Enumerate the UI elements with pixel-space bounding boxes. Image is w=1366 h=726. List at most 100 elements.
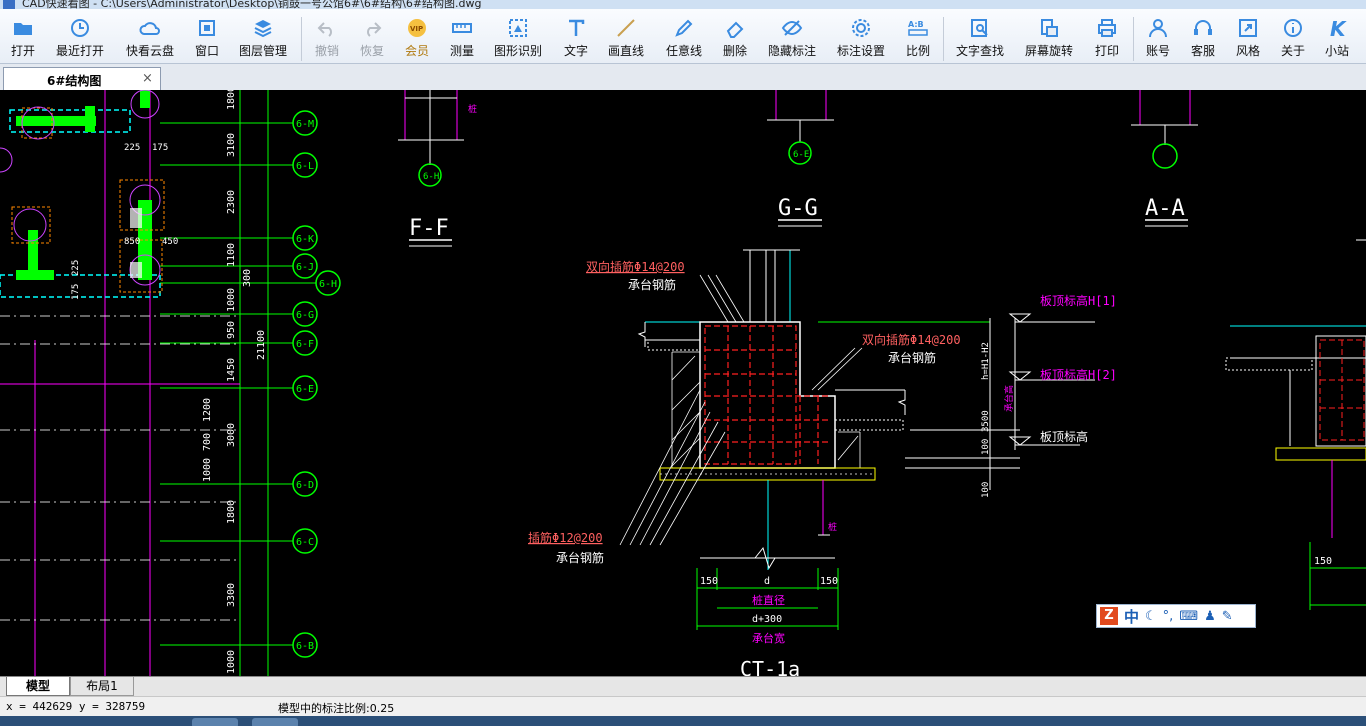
dim-text: 承台宽 — [752, 631, 785, 645]
rebar-label: 承台钢筋 — [556, 550, 604, 565]
cloud-button[interactable]: 快看云盘 — [124, 9, 176, 63]
undo-icon — [317, 22, 332, 37]
freeline-button[interactable]: 任意线 — [664, 9, 704, 63]
search-icon — [971, 19, 988, 37]
eye-hidden-icon — [781, 20, 803, 36]
plan-dim: 450 — [162, 237, 178, 247]
rotate-button[interactable]: 屏幕旋转 — [1023, 9, 1075, 63]
layers-icon — [254, 20, 272, 38]
dim-text: 1100 — [226, 243, 237, 267]
delete-button[interactable]: 删除 — [720, 9, 750, 63]
cloud-icon — [139, 22, 160, 35]
scale-button[interactable]: A:B 比例 — [904, 9, 932, 63]
layers-button[interactable]: 图层管理 — [236, 9, 290, 63]
title-bar: CAD快速看图 - C:\Users\Administrator\Desktop… — [0, 0, 1366, 9]
expand-icon — [1239, 19, 1257, 37]
window-button[interactable]: 窗口 — [192, 9, 222, 63]
axis-label: 6-G — [296, 310, 314, 321]
style-button[interactable]: 风格 — [1233, 9, 1263, 63]
document-tab-label: 6#结构图 — [47, 74, 102, 88]
tab-layout1[interactable]: 布局1 — [70, 677, 134, 696]
open-button[interactable]: 打开 — [8, 9, 38, 63]
pile-cap-detail: 桩 双向插筋Φ14@200 承台钢筋 双向插筋Φ14@200 承台钢筋 插筋Φ1… — [528, 249, 1117, 676]
dim-text: 100 — [981, 482, 991, 498]
window-icon — [199, 20, 215, 36]
hide-dim-button[interactable]: 隐藏标注 — [766, 9, 818, 63]
dim-text: 1000 — [202, 458, 213, 482]
section-gg: 6-E G-G — [767, 90, 834, 227]
taskbar-item[interactable] — [192, 718, 238, 726]
text-button[interactable]: 文字 — [561, 9, 591, 63]
rebar-label: 插筋Φ12@200 — [528, 530, 603, 545]
main-toolbar: 打开 最近打开 快看云盘 窗口 图层管理 撤销 恢复 VIP 会员 测量 图形识… — [0, 9, 1366, 64]
line-icon — [617, 19, 635, 37]
axis-label: 6-D — [296, 480, 314, 491]
dim-text: 3500 — [981, 410, 991, 432]
drawing-canvas[interactable]: 225 175 850 450 225 175 1800 3100 2300 1100… — [0, 90, 1366, 676]
dim-text: 150 — [1314, 556, 1332, 567]
dim-text: d — [764, 576, 770, 587]
recognize-button[interactable]: 图形识别 — [492, 9, 544, 63]
recent-button[interactable]: 最近打开 — [54, 9, 106, 63]
line-button[interactable]: 画直线 — [606, 9, 646, 63]
close-icon[interactable]: × — [142, 71, 153, 86]
scale-icon: A:B — [908, 20, 928, 36]
svg-text:A:B: A:B — [908, 20, 924, 29]
ime-mode[interactable]: 中 — [1124, 606, 1139, 627]
vip-button[interactable]: VIP 会员 — [402, 9, 432, 63]
undo-button[interactable]: 撤销 — [312, 9, 342, 63]
detail-label: CT-1a — [740, 657, 800, 676]
keyboard-icon[interactable]: ⌨ — [1179, 609, 1198, 624]
document-tab[interactable]: 6#结构图 × — [3, 67, 161, 91]
redo-button[interactable]: 恢复 — [357, 9, 387, 63]
axis-label: 6-B — [296, 641, 314, 652]
plan-view: 225 175 850 450 225 175 1800 3100 2300 1100… — [0, 90, 341, 676]
dim-text: 3100 — [226, 133, 237, 157]
service-button[interactable]: 客服 — [1188, 9, 1218, 63]
dim-text: 3000 — [226, 423, 237, 447]
text-search-button[interactable]: 文字查找 — [954, 9, 1006, 63]
taskbar-item[interactable] — [252, 718, 298, 726]
dim-text: 1800 — [226, 500, 237, 524]
ime-logo-icon: Z — [1100, 607, 1118, 625]
dim-text: 桩直径 — [752, 593, 785, 607]
moon-icon[interactable]: ☾ — [1145, 609, 1157, 624]
section-aa: A-A — [1131, 90, 1198, 227]
print-button[interactable]: 打印 — [1092, 9, 1122, 63]
printer-icon — [1098, 19, 1116, 37]
site-button[interactable]: K 小站 — [1322, 9, 1352, 63]
punctuation-icon[interactable]: °, — [1163, 609, 1174, 624]
annotation-scale: 模型中的标注比例:0.25 — [278, 702, 395, 715]
about-button[interactable]: 关于 — [1278, 9, 1308, 63]
app-icon — [3, 0, 15, 9]
dim-text: d+300 — [752, 614, 782, 625]
partial-detail-right: 150 — [1225, 239, 1366, 610]
measure-button[interactable]: 测量 — [447, 9, 477, 63]
account-button[interactable]: 账号 — [1143, 9, 1173, 63]
section-title: A-A — [1145, 196, 1185, 221]
dim-text: 150 — [700, 576, 718, 587]
elevation-label: 板顶标高H[1] — [1040, 293, 1117, 308]
folder-icon — [14, 23, 32, 35]
dim-text: 21100 — [256, 330, 267, 360]
axis-label: 6-H — [319, 279, 337, 290]
wrench-icon[interactable]: ✎ — [1222, 609, 1233, 624]
dim-settings-button[interactable]: 标注设置 — [835, 9, 887, 63]
vip-icon: VIP — [408, 19, 426, 37]
taskbar — [0, 716, 1366, 726]
cursor-coordinates: x = 442629 y = 328759 — [6, 700, 146, 713]
user-icon — [1149, 19, 1167, 38]
ime-toolbar[interactable]: Z 中 ☾ °, ⌨ ♟ ✎ — [1096, 604, 1256, 628]
pen-icon — [675, 19, 693, 37]
tab-model[interactable]: 模型 — [6, 677, 70, 696]
text-icon — [569, 19, 585, 36]
dim-text: 3300 — [226, 583, 237, 607]
pile-label: 桩 — [468, 103, 477, 115]
user-icon[interactable]: ♟ — [1204, 609, 1216, 624]
dim-text: 1800 — [226, 90, 237, 110]
rotate-icon — [1041, 19, 1058, 37]
elevation-label: 板顶标高 — [1040, 429, 1088, 444]
dim-text: 950 — [226, 321, 237, 339]
pile-label: 桩 — [828, 521, 837, 533]
dim-text: 1450 — [226, 358, 237, 382]
